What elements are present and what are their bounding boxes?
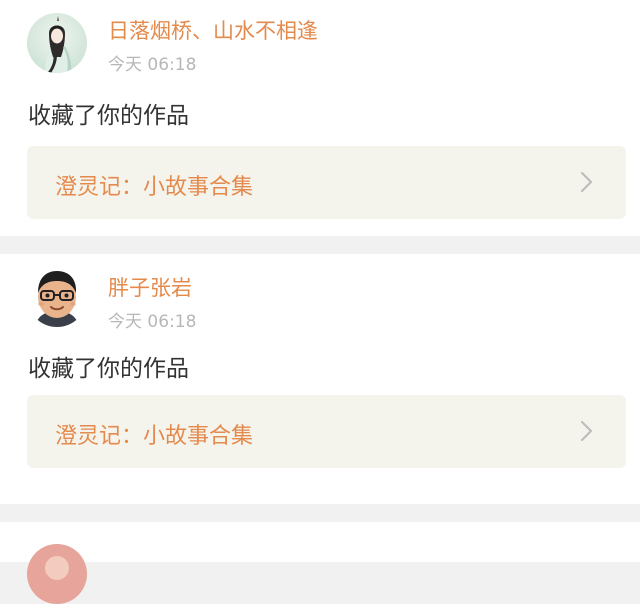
avatar-illustration-icon [27,13,87,73]
work-title: 澄灵记：小故事合集 [55,424,254,449]
work-link[interactable]: 澄灵记：小故事合集 [27,395,626,468]
notification-card [0,522,640,604]
avatar[interactable] [27,267,87,327]
chevron-right-icon [580,171,593,193]
action-text: 收藏了你的作品 [28,103,189,129]
notification-card: 日落烟桥、山水不相逢 今天 06:18 收藏了你的作品 澄灵记：小故事合集 [0,0,640,236]
notification-feed: 日落烟桥、山水不相逢 今天 06:18 收藏了你的作品 澄灵记：小故事合集 胖子… [0,0,640,604]
chevron-right-icon [580,420,593,442]
timestamp: 今天 06:18 [108,312,197,332]
avatar[interactable] [27,544,87,604]
avatar-cartoon-face-icon [27,267,87,327]
username[interactable]: 日落烟桥、山水不相逢 [108,15,318,45]
username[interactable]: 胖子张岩 [108,272,192,302]
timestamp: 今天 06:18 [108,55,197,75]
notification-card: 胖子张岩 今天 06:18 收藏了你的作品 澄灵记：小故事合集 [0,254,640,504]
work-link[interactable]: 澄灵记：小故事合集 [27,146,626,219]
avatar[interactable] [27,13,87,73]
avatar-icon [27,544,87,604]
work-title: 澄灵记：小故事合集 [55,175,254,200]
action-text: 收藏了你的作品 [28,356,189,382]
